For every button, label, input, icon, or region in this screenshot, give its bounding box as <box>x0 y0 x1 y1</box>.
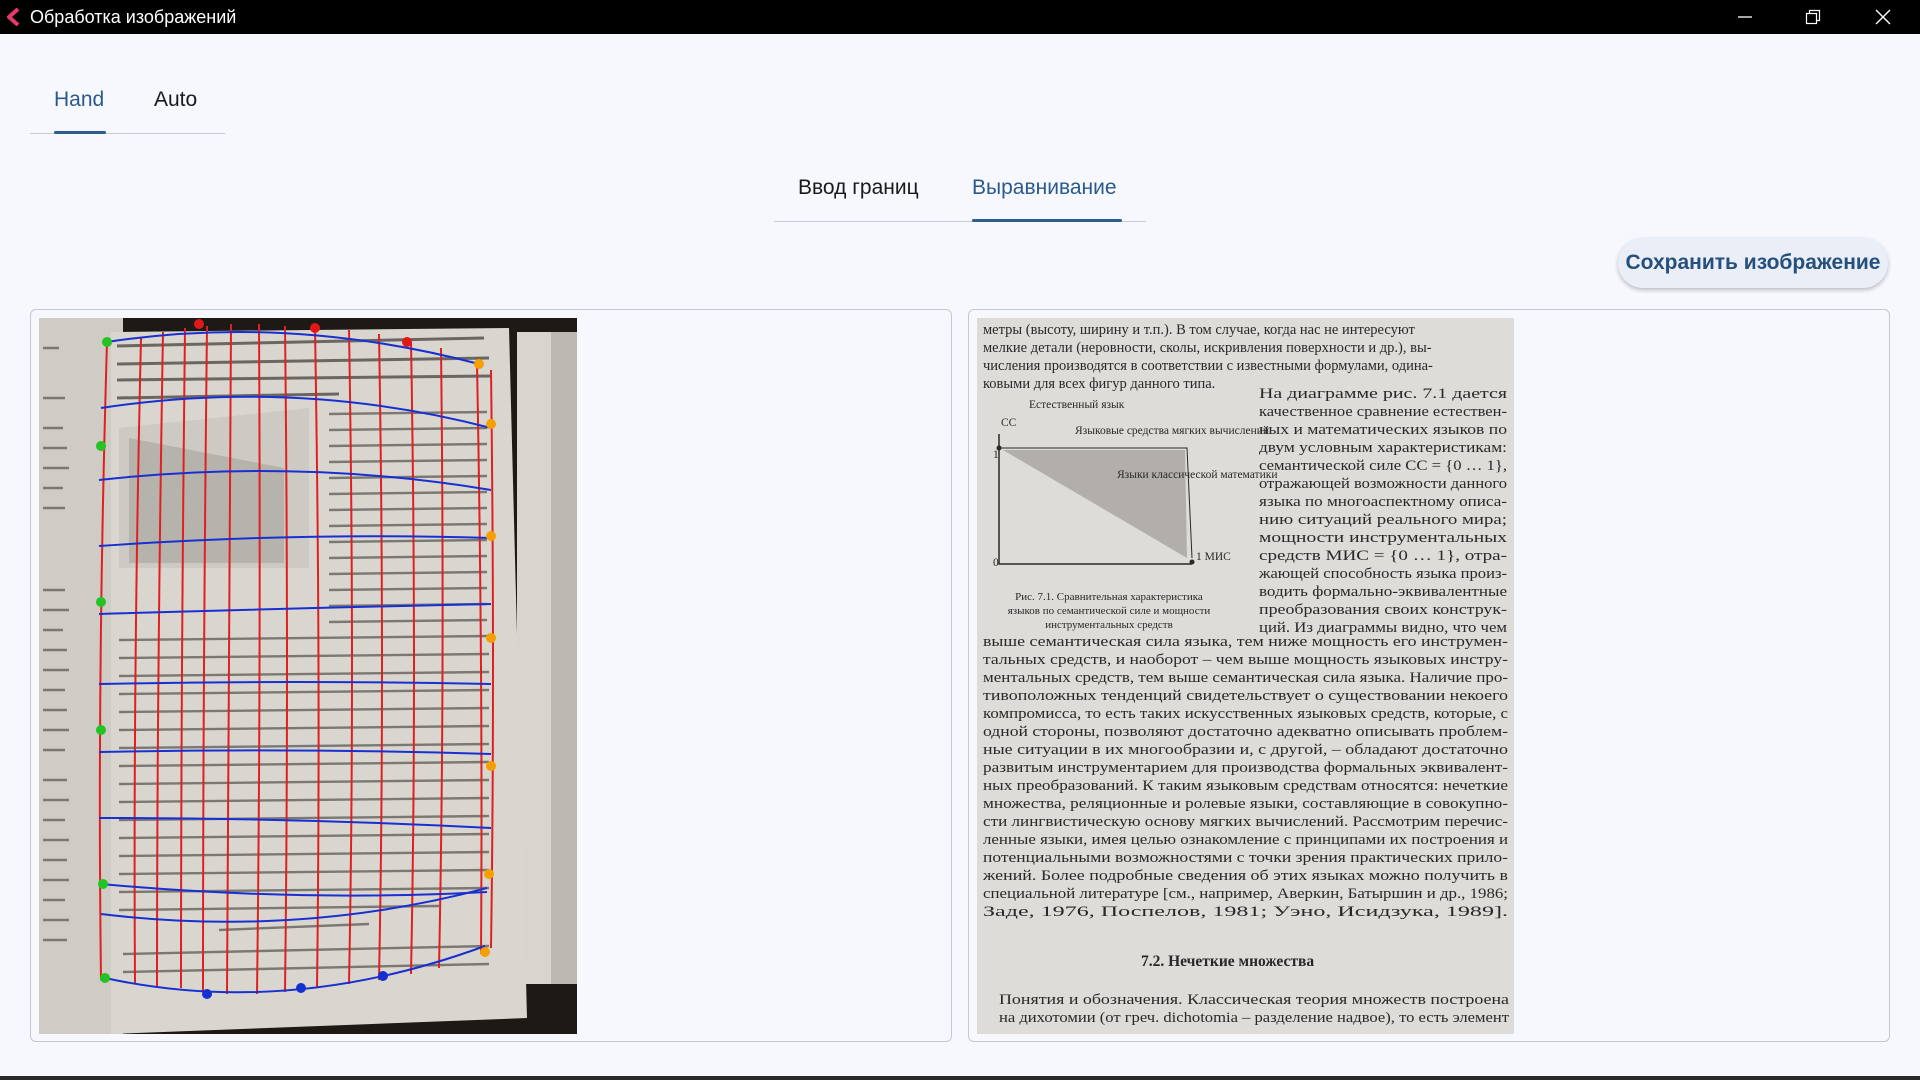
figure-label-zero: 0 <box>993 557 999 569</box>
minimize-icon <box>1738 16 1752 18</box>
page-text-line: мелкие детали (неровности, сколы, искрив… <box>983 340 1432 356</box>
body-text-line: сти лингвистическую основу мягких вычисл… <box>983 814 1508 830</box>
app-icon <box>7 8 20 26</box>
aligned-page-canvas: метры (высоту, ширину и т.п.). В том слу… <box>977 318 1514 1034</box>
tab-auto[interactable]: Auto <box>154 88 197 112</box>
sub-tab-indicator <box>972 219 1122 222</box>
source-photo[interactable] <box>39 318 577 1034</box>
column-text-line: языка по многоаспектному описа- <box>1259 494 1507 510</box>
tab-alignment[interactable]: Выравнивание <box>972 176 1117 200</box>
save-image-button[interactable]: Сохранить изображение <box>1618 238 1888 288</box>
column-text-line: качественное сравнение естествен- <box>1259 404 1507 420</box>
aligned-page-image[interactable]: метры (высоту, ширину и т.п.). В том слу… <box>977 318 1514 1034</box>
figure-label-cc: СС <box>1001 417 1017 429</box>
window-title: Обработка изображений <box>30 7 237 27</box>
page-text-line: ковыми для всех фигур данного типа. <box>983 376 1215 392</box>
body-text-line: тивоположных тенденций свидетельствует о… <box>983 688 1508 704</box>
figure-label-natural: Естественный язык <box>1029 399 1125 411</box>
body-text-line: развитым инструментарием для производств… <box>983 760 1508 776</box>
page-text-line: метры (высоту, ширину и т.п.). В том слу… <box>983 322 1415 338</box>
title-bar: Обработка изображений <box>0 0 1920 34</box>
body-text-line: тальных средств, и наоборот – чем выше м… <box>983 652 1508 668</box>
body-text-line: ментальных средств, тем выше семантическ… <box>983 670 1508 686</box>
minimize-button[interactable] <box>1710 0 1780 34</box>
source-image-panel <box>30 309 952 1042</box>
body-text-line: Заде, 1976, Поспелов, 1981; Уэно, Исидзу… <box>983 904 1508 920</box>
figure-caption-line: языков по семантической силе и мощности <box>1008 605 1211 617</box>
source-photo-canvas <box>39 318 577 1034</box>
section-heading: 7.2. Нечеткие множества <box>1141 953 1314 970</box>
restore-icon <box>1805 9 1821 25</box>
close-button[interactable] <box>1848 0 1918 34</box>
close-icon <box>1875 9 1891 25</box>
body-text-line: ленные языки, имея целью ознакомление с … <box>983 832 1508 848</box>
column-text-line: жающей способность языка произ- <box>1258 566 1507 582</box>
final-text-line: на дихотомии (от греч. dichotomia – разд… <box>999 1010 1510 1026</box>
body-text-line: жений. Более подробные сведения об этих … <box>982 868 1508 884</box>
column-text-line: средств МИС = {0 … 1}, отра- <box>1259 548 1507 564</box>
figure-label-soft: Языковые средства мягких вычислений <box>1075 425 1269 437</box>
final-text-line: Понятия и обозначения. Классическая теор… <box>999 992 1510 1008</box>
body-text-line: одной стороны, позволяют достаточно адек… <box>983 724 1508 740</box>
body-text-line: потенциальными возможностями с точки зре… <box>983 850 1508 866</box>
body-text-line: компромисса, то есть таких искусственных… <box>983 706 1508 722</box>
window-bottom-edge <box>0 1076 1920 1080</box>
column-text-line: водить формально-эквивалентные <box>1259 584 1507 600</box>
column-text-line: мощности инструментальных <box>1259 530 1508 546</box>
tab-hand[interactable]: Hand <box>54 88 104 112</box>
figure-label-mis: 1 МИС <box>1196 551 1231 563</box>
column-text-line: преобразования своих конструк- <box>1259 602 1507 618</box>
body-text-line: специальной литературе [см., например, А… <box>983 886 1508 902</box>
column-text-line: нию ситуаций реального мира; <box>1259 512 1507 528</box>
body-text-line: ных преобразований. К таким языковым сре… <box>983 778 1508 794</box>
column-text-line: На диаграмме рис. 7.1 дается <box>1259 386 1507 402</box>
body-text-line: ные ситуации в их многообразии и, с друг… <box>983 742 1508 758</box>
column-text-line: ных и математических языков по <box>1259 422 1507 438</box>
figure-caption-line: инструментальных средств <box>1045 619 1173 631</box>
column-text-line: отражающей возможности данного <box>1259 476 1507 492</box>
figure-label-classic: Языки классической математики <box>1117 469 1277 481</box>
column-text-line: семантической силе СС = {0 … 1}, <box>1259 458 1507 474</box>
aligned-image-panel: метры (высоту, ширину и т.п.). В том слу… <box>968 309 1890 1042</box>
mode-tab-indicator <box>54 131 106 134</box>
column-text-line: двум условным характеристикам: <box>1259 440 1507 456</box>
page-text-line: числения производятся в соответствии с и… <box>983 358 1433 374</box>
tab-borders[interactable]: Ввод границ <box>798 176 919 200</box>
body-text-line: выше семантическая сила языка, тем ниже … <box>983 634 1508 650</box>
figure-caption-line: Рис. 7.1. Сравнительная характеристика <box>1015 591 1203 603</box>
figure-label-one: 1 <box>993 449 999 461</box>
body-text-line: множества, реляционные и ролевые языки, … <box>983 796 1508 812</box>
restore-button[interactable] <box>1778 0 1848 34</box>
